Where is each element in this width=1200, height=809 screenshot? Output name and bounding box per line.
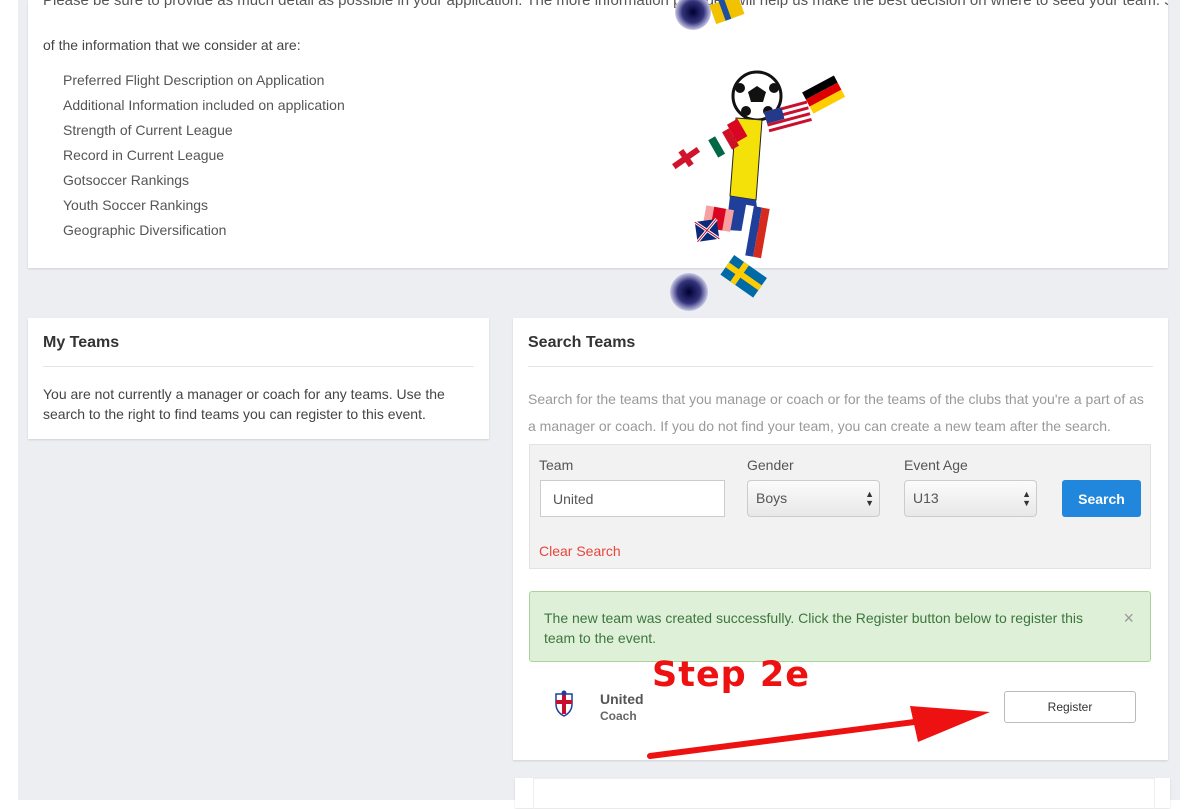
list-item: Gotsoccer Rankings: [63, 172, 190, 188]
close-icon[interactable]: ×: [1123, 608, 1134, 629]
my-teams-message: You are not currently a manager or coach…: [43, 386, 445, 422]
clear-search-link[interactable]: Clear Search: [539, 543, 621, 559]
list-item: Preferred Flight Description on Applicat…: [63, 72, 325, 88]
select-arrows-icon: ▲ ▼: [1022, 489, 1031, 508]
info-intro: of the information that we consider at a…: [43, 37, 301, 53]
my-teams-card: My Teams You are not currently a manager…: [28, 318, 489, 439]
gender-select-value: Boys: [756, 490, 788, 506]
next-card-inner: [533, 778, 1155, 809]
event-age-label: Event Age: [904, 457, 968, 473]
gender-select[interactable]: Boys ▲ ▼: [747, 480, 880, 517]
alert-message: The new team was created successfully. C…: [544, 610, 1083, 646]
club-logo-icon: [555, 690, 573, 717]
team-search-input[interactable]: [540, 480, 725, 517]
list-item: Geographic Diversification: [63, 222, 227, 238]
red-arrow-icon: [647, 706, 990, 759]
search-description: Search for the teams that you manage or …: [528, 391, 1144, 434]
list-item: Additional Information included on appli…: [63, 97, 345, 113]
step-annotation-label: Step 2e: [652, 655, 811, 695]
team-name: United: [600, 691, 644, 707]
info-cut-text: Please be sure to provide as much detail…: [43, 0, 1168, 9]
divider: [528, 366, 1153, 367]
list-item: Youth Soccer Rankings: [63, 197, 209, 213]
list-item: Record in Current League: [63, 147, 225, 163]
next-card-partial: [515, 778, 1170, 809]
seeding-factors-list: Preferred Flight Description on Applicat…: [63, 70, 345, 245]
seeding-info-card: Please be sure to provide as much detail…: [28, 0, 1168, 268]
search-form: Team Gender Event Age Boys ▲▼ U13 ▲▼ Sea…: [529, 444, 1151, 569]
team-role: Coach: [600, 709, 637, 723]
gender-label: Gender: [747, 457, 794, 473]
list-item: Strength of Current League: [63, 122, 233, 138]
search-button[interactable]: Search: [1062, 480, 1141, 517]
search-teams-title: Search Teams: [528, 334, 636, 351]
team-label: Team: [539, 457, 574, 473]
event-age-select-value: U13: [913, 490, 939, 506]
success-alert: The new team was created successfully. C…: [529, 591, 1151, 662]
my-teams-title: My Teams: [43, 334, 120, 351]
register-button[interactable]: Register: [1004, 691, 1136, 723]
select-arrows-icon: ▲ ▼: [865, 489, 874, 508]
soccer-mascot-illustration: [668, 0, 846, 311]
divider: [43, 366, 474, 367]
event-age-select[interactable]: U13 ▲ ▼: [904, 480, 1037, 517]
